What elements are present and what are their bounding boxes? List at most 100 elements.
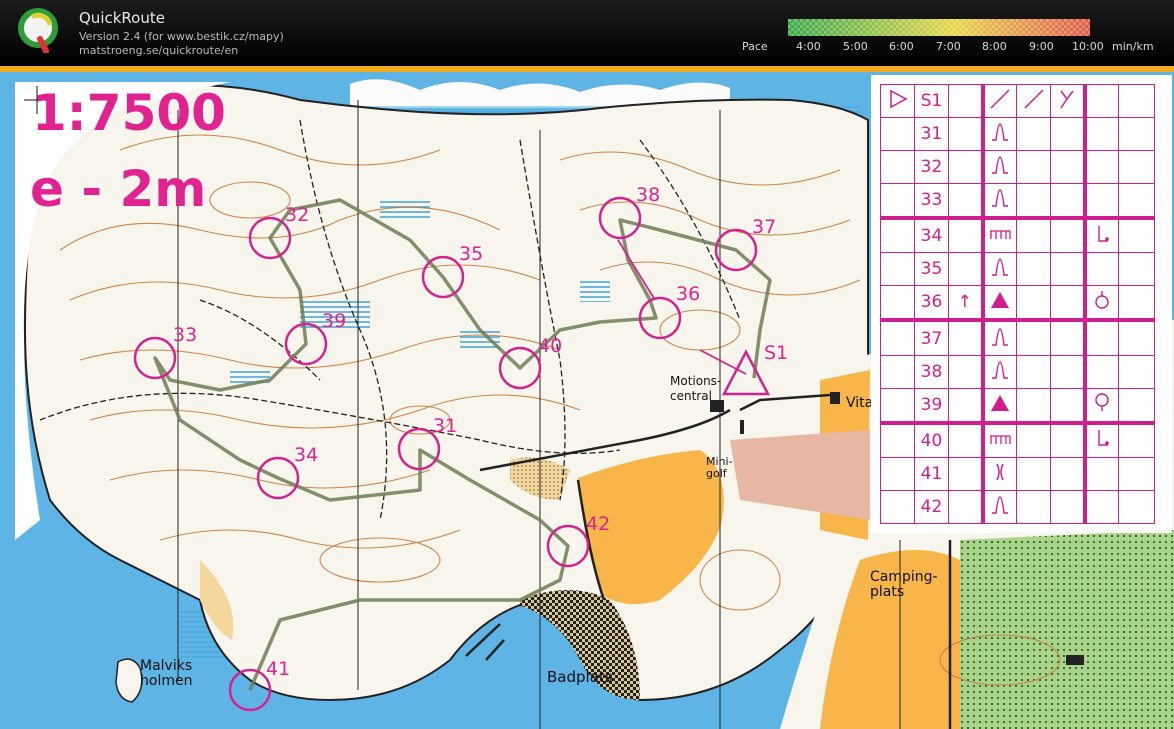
symbol-cell <box>1016 83 1051 119</box>
label-line: holmen <box>140 673 193 689</box>
empty-cell <box>1082 489 1119 525</box>
description-row: 37 <box>880 318 1155 356</box>
foot-icon <box>1098 225 1110 242</box>
feature-cell <box>980 318 1017 356</box>
empty-cell <box>1082 183 1119 219</box>
empty-cell <box>948 183 983 219</box>
knoll-icon <box>992 327 1009 346</box>
empty-cell <box>1050 318 1085 356</box>
description-row: 31 <box>880 117 1155 152</box>
label-campingplats: Camping- plats <box>870 570 938 600</box>
empty-cell <box>1082 83 1119 119</box>
empty-cell <box>880 285 915 321</box>
empty-cell <box>1050 420 1085 458</box>
empty-cell <box>880 420 915 458</box>
control-code: 32 <box>914 150 949 185</box>
empty-cell <box>880 354 915 389</box>
knoll-icon <box>992 496 1009 514</box>
empty-cell <box>1016 216 1051 254</box>
symbol-cell <box>980 83 1017 119</box>
pace-tick: 10:00 <box>1072 40 1104 53</box>
empty-cell <box>1016 456 1051 491</box>
empty-cell <box>880 216 915 254</box>
empty-cell <box>1118 354 1155 389</box>
label-line: central <box>670 389 712 403</box>
empty-cell <box>1016 285 1051 321</box>
fence-icon <box>990 435 1011 444</box>
knoll-icon <box>992 258 1009 277</box>
empty-cell <box>1016 489 1051 525</box>
feature-cell <box>980 117 1017 152</box>
top-icon <box>1095 393 1109 412</box>
empty-cell <box>1118 456 1155 491</box>
pace-unit: min/km <box>1112 40 1154 53</box>
feature-cell <box>980 489 1017 525</box>
control-number: 32 <box>285 204 310 226</box>
empty-cell <box>1050 252 1085 287</box>
label-line: plats <box>870 584 905 600</box>
control-number: 34 <box>294 444 319 466</box>
empty-cell <box>948 318 983 356</box>
feature-cell <box>980 456 1017 491</box>
empty-cell <box>880 489 915 525</box>
label-badplats: Badplats <box>547 668 613 686</box>
description-row: 39 <box>880 387 1155 424</box>
feature-cell <box>980 285 1017 321</box>
empty-cell <box>1118 117 1155 152</box>
position-cell <box>1082 420 1119 458</box>
symbol-cell <box>1050 83 1085 119</box>
control-number: 36 <box>676 283 701 305</box>
empty-cell <box>1118 83 1155 119</box>
empty-cell <box>1118 420 1155 458</box>
empty-cell <box>1016 318 1051 356</box>
boulder-icon <box>991 292 1010 309</box>
control-number: 37 <box>752 216 777 238</box>
empty-cell <box>1016 252 1051 287</box>
pace-color-scale <box>788 19 1090 36</box>
empty-cell <box>880 387 915 424</box>
position-cell <box>1082 387 1119 424</box>
empty-cell <box>1082 318 1119 356</box>
feature-cell <box>980 252 1017 287</box>
boulder-icon <box>991 394 1010 411</box>
empty-cell <box>1050 354 1085 389</box>
gully-icon <box>996 463 1004 481</box>
feature-cell <box>980 183 1017 219</box>
fork-icon <box>1060 90 1074 108</box>
start-code-cell: S1 <box>914 83 949 119</box>
slash-icon <box>1023 89 1044 109</box>
empty-cell <box>1016 150 1051 185</box>
knoll-icon <box>992 360 1009 379</box>
empty-cell <box>1118 318 1155 356</box>
pace-tick: 6:00 <box>889 40 914 53</box>
empty-cell <box>1016 387 1051 424</box>
description-row: 41 <box>880 456 1155 491</box>
empty-cell <box>880 318 915 356</box>
start-label: S1 <box>764 342 789 364</box>
position-cell <box>1082 285 1119 321</box>
empty-cell <box>1118 216 1155 254</box>
foot-icon <box>1098 430 1110 446</box>
empty-cell <box>1118 252 1155 287</box>
camping-plots <box>960 530 1174 729</box>
empty-cell <box>1082 117 1119 152</box>
empty-cell <box>1082 150 1119 185</box>
label-malviksholmen: Malviks holmen <box>140 659 192 689</box>
control-code: 39 <box>914 387 949 424</box>
feature-cell <box>980 354 1017 389</box>
pace-tick: 4:00 <box>796 40 821 53</box>
empty-cell <box>948 420 983 458</box>
empty-cell <box>1118 387 1155 424</box>
empty-cell <box>1050 216 1085 254</box>
feature-cell <box>980 420 1017 458</box>
control-number: 39 <box>322 310 347 332</box>
start-triangle-icon <box>889 89 908 108</box>
control-code: 34 <box>914 216 949 254</box>
empty-cell <box>948 489 983 525</box>
label-minigolf: Mini- golf <box>706 456 733 480</box>
empty-cell <box>1016 183 1051 219</box>
empty-cell <box>1016 354 1051 389</box>
description-row: 36 ↑ <box>880 285 1155 321</box>
empty-cell <box>880 456 915 491</box>
title-bar: QuickRoute Version 2.4 (for www.bestik.c… <box>0 0 1174 66</box>
